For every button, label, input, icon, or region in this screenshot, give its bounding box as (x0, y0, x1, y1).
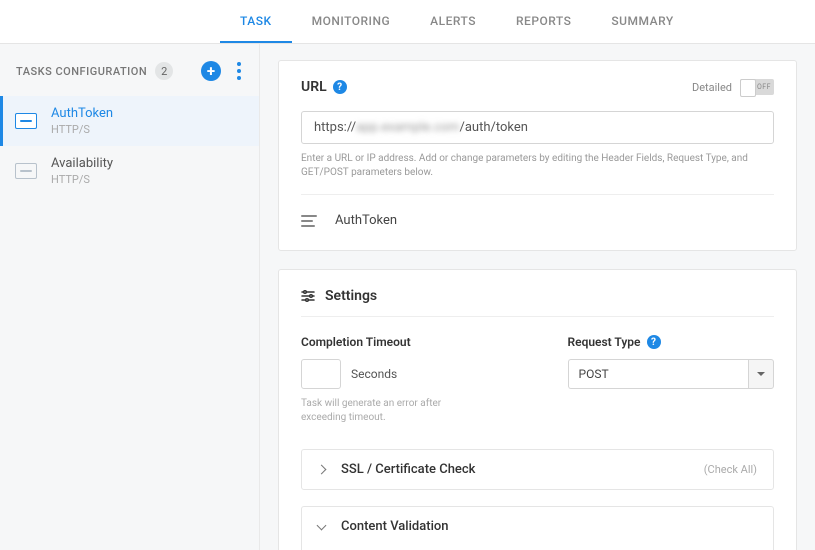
content-validation-panel: Content Validation Keyword 1 (301, 506, 774, 550)
seconds-unit: Seconds (351, 367, 397, 381)
completion-timeout-label: Completion Timeout (301, 335, 508, 349)
task-name-value: AuthToken (335, 213, 397, 228)
http-task-icon (15, 113, 37, 129)
tab-alerts[interactable]: ALERTS (410, 0, 496, 43)
select-dropdown-button[interactable] (748, 359, 774, 389)
task-name-row: AuthToken (301, 209, 774, 232)
tab-summary[interactable]: SUMMARY (591, 0, 693, 43)
cv-panel-head[interactable]: Content Validation (302, 507, 773, 546)
notes-icon (301, 215, 317, 227)
help-icon[interactable]: ? (647, 335, 661, 349)
url-card: URL ? Detailed OFF https://app.example.c… (278, 60, 797, 251)
tab-reports[interactable]: REPORTS (496, 0, 591, 43)
more-menu-icon[interactable] (235, 60, 243, 82)
chevron-down-icon (317, 520, 327, 530)
url-hint: Enter a URL or IP address. Add or change… (301, 152, 774, 180)
completion-timeout-input[interactable] (301, 359, 341, 389)
request-type-value: POST (568, 359, 749, 389)
task-sub: HTTP/S (51, 123, 113, 136)
help-icon[interactable]: ? (333, 80, 347, 94)
sliders-icon (301, 289, 315, 303)
task-name: AuthToken (51, 106, 113, 121)
task-name: Availability (51, 156, 113, 171)
ssl-check-all[interactable]: (Check All) (704, 463, 757, 476)
caret-down-icon (757, 372, 765, 376)
ssl-panel: SSL / Certificate Check (Check All) (301, 449, 774, 490)
chevron-right-icon (317, 465, 327, 475)
detailed-label: Detailed (692, 81, 732, 94)
top-tabs: TASK MONITORING ALERTS REPORTS SUMMARY (0, 0, 815, 44)
sidebar-title: TASKS CONFIGURATION (16, 65, 147, 78)
main-content: URL ? Detailed OFF https://app.example.c… (260, 44, 815, 550)
sidebar-header: TASKS CONFIGURATION 2 + (0, 60, 259, 96)
completion-timeout-hint: Task will generate an error after exceed… (301, 397, 451, 425)
task-count-badge: 2 (155, 62, 173, 80)
request-type-group: Request Type ? POST (568, 335, 775, 425)
task-item-authtoken[interactable]: AuthToken HTTP/S (0, 96, 259, 146)
url-card-title: URL (301, 79, 327, 95)
request-type-label: Request Type (568, 335, 641, 349)
cv-panel-title: Content Validation (341, 519, 449, 534)
url-input[interactable]: https://app.example.com/auth/token (301, 111, 774, 144)
divider (301, 194, 774, 195)
task-sub: HTTP/S (51, 173, 113, 186)
detailed-toggle[interactable]: OFF (740, 79, 774, 95)
ssl-panel-head[interactable]: SSL / Certificate Check (Check All) (302, 450, 773, 489)
add-task-button[interactable]: + (201, 61, 221, 81)
settings-title: Settings (325, 288, 377, 304)
ssl-panel-title: SSL / Certificate Check (341, 462, 475, 477)
sidebar: TASKS CONFIGURATION 2 + AuthToken HTTP/S… (0, 44, 260, 550)
settings-card: Settings Completion Timeout Seconds Task… (278, 269, 797, 550)
tab-monitoring[interactable]: MONITORING (292, 0, 411, 43)
completion-timeout-group: Completion Timeout Seconds Task will gen… (301, 335, 508, 425)
tab-task[interactable]: TASK (220, 0, 292, 43)
http-task-icon (15, 163, 37, 179)
request-type-select[interactable]: POST (568, 359, 775, 389)
task-item-availability[interactable]: Availability HTTP/S (0, 146, 259, 196)
